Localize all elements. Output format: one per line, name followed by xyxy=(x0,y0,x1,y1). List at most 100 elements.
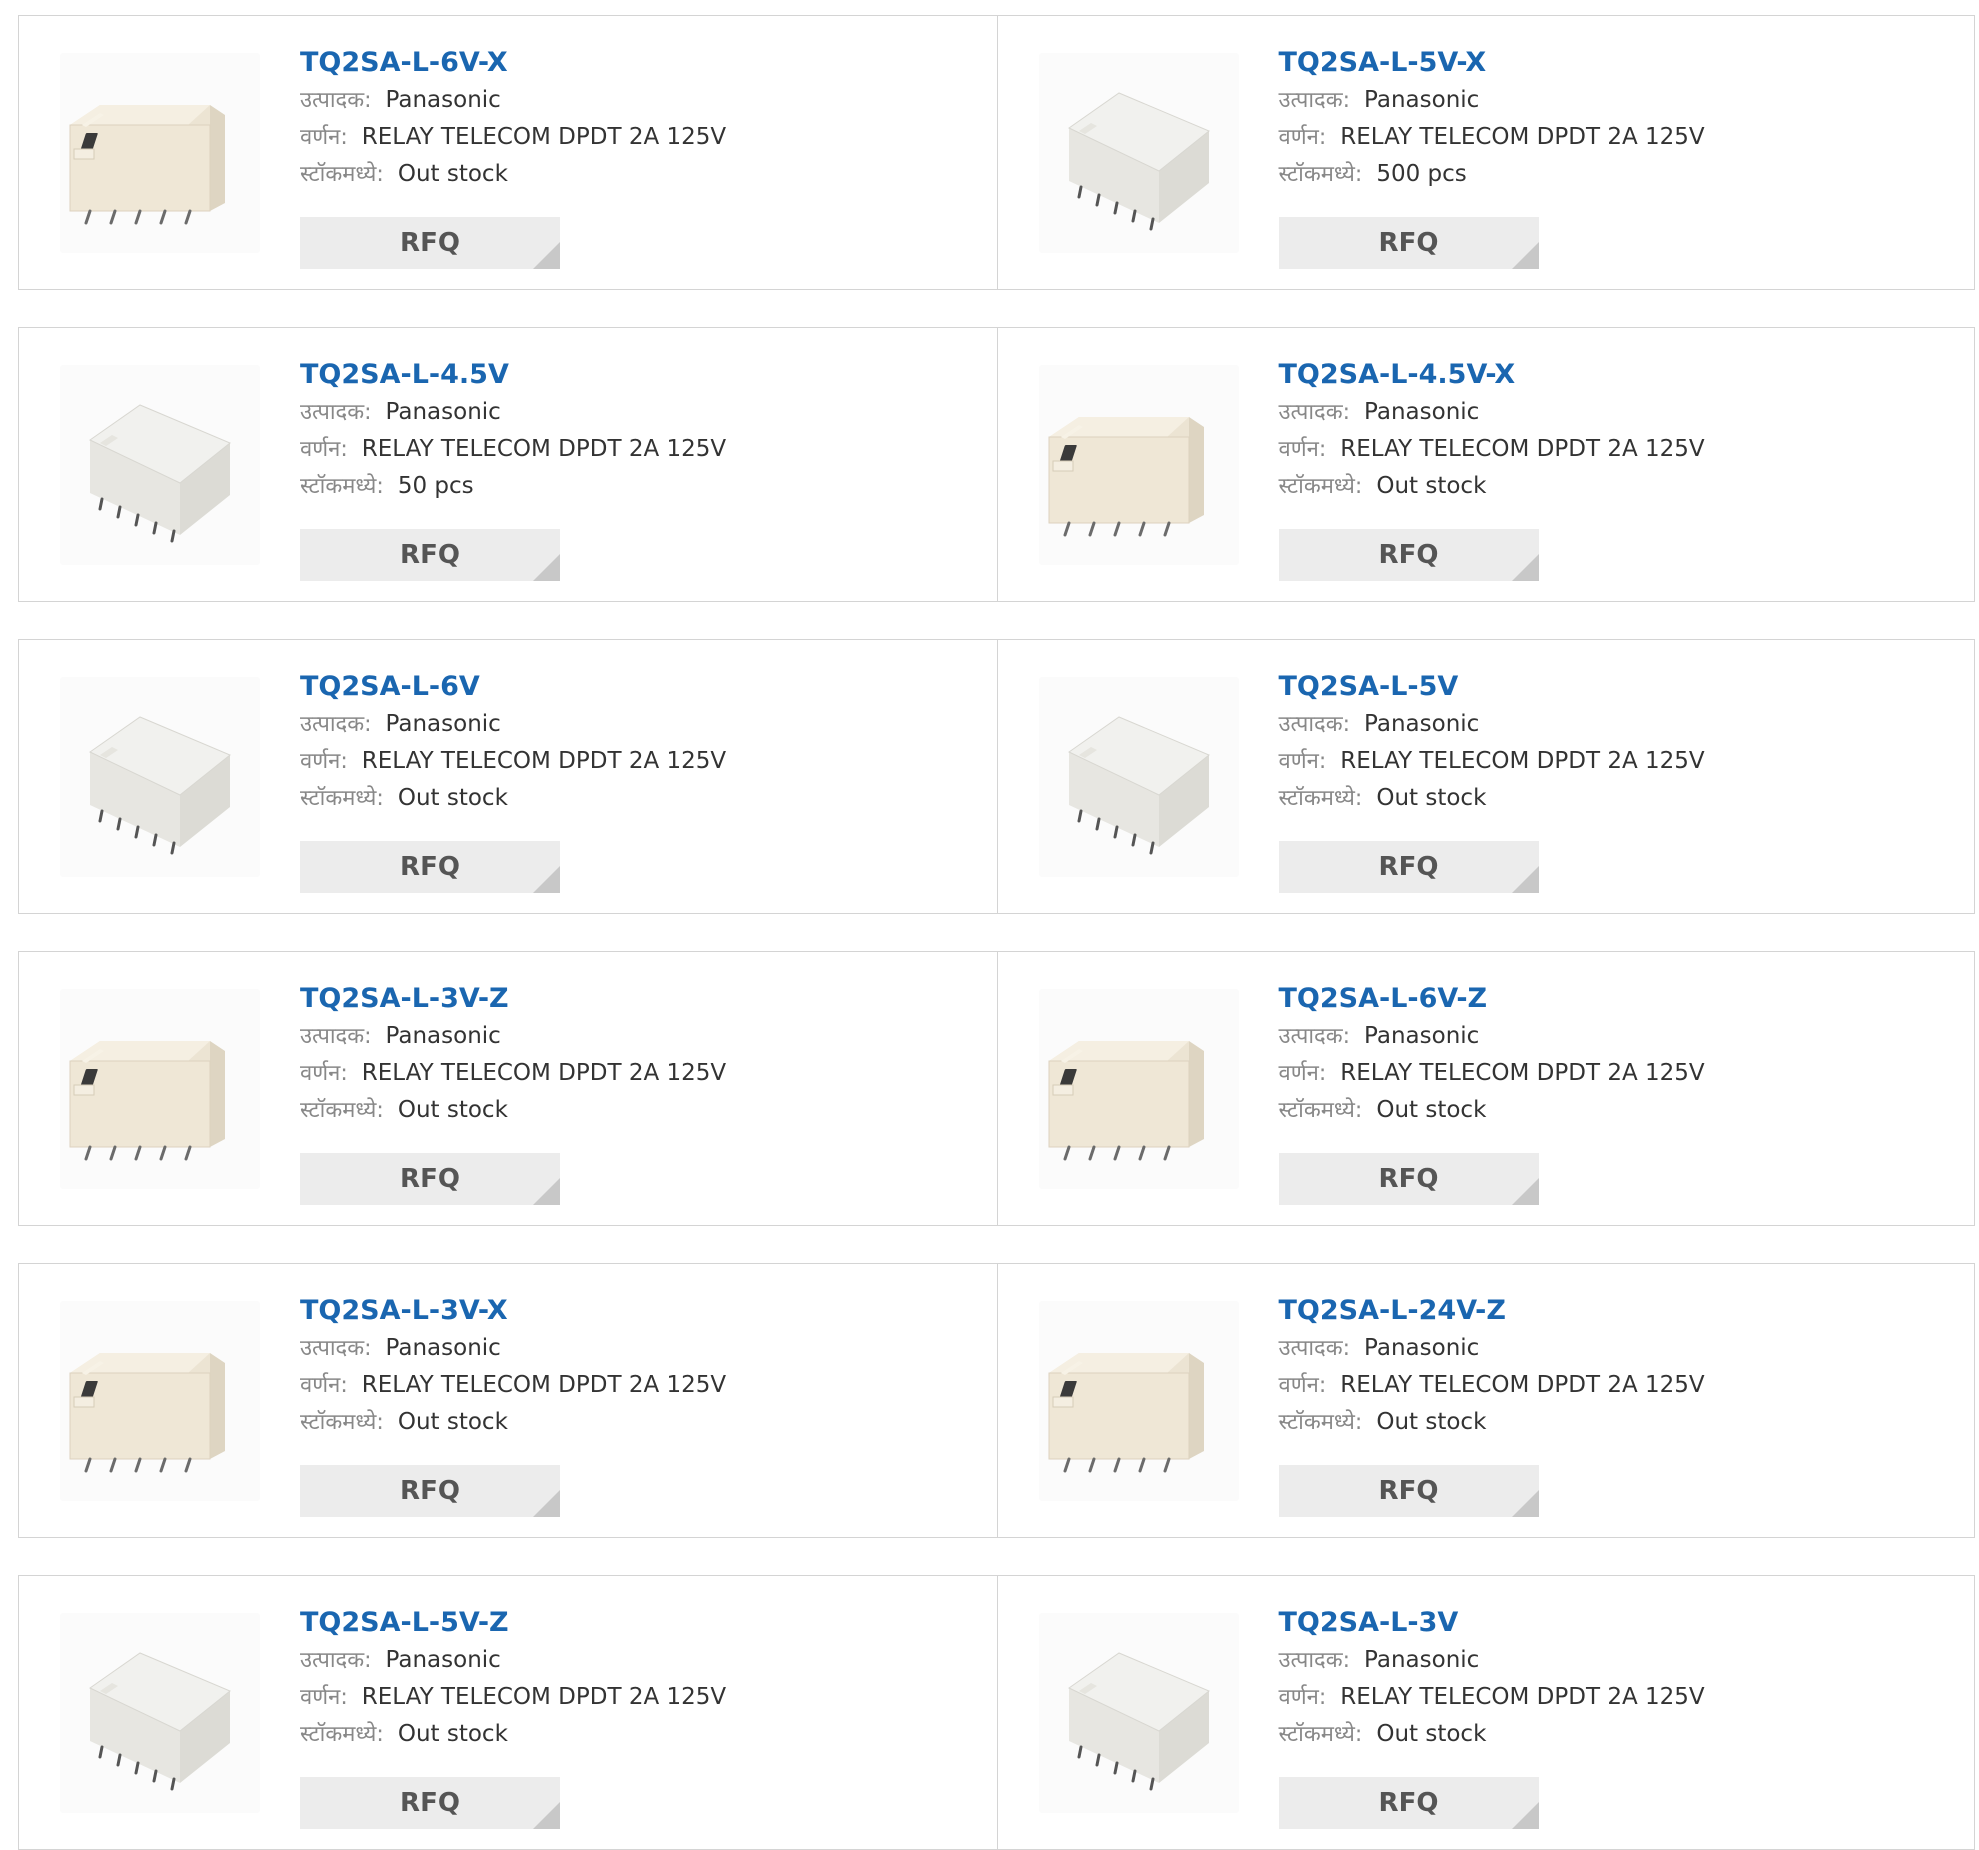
stock-value: Out stock xyxy=(397,161,508,187)
manufacturer-value: Panasonic xyxy=(385,87,501,113)
description-label: वर्णन: xyxy=(1278,1373,1327,1398)
description-value: RELAY TELECOM DPDT 2A 125V xyxy=(361,124,727,150)
rfq-label: RFQ xyxy=(1378,852,1439,882)
product-image[interactable] xyxy=(60,53,260,253)
relay-icon xyxy=(69,1353,225,1473)
rfq-button[interactable]: RFQ xyxy=(300,217,560,269)
relay-icon xyxy=(1067,92,1210,231)
product-card: TQ2SA-L-4.5V उत्पादक: Panasonic वर्णन: REL… xyxy=(19,328,997,601)
product-image[interactable] xyxy=(60,1613,260,1813)
stock-label: स्टॉकमध्ये: xyxy=(300,1410,384,1435)
part-number-link[interactable]: TQ2SA-L-3V xyxy=(1279,1606,1955,1642)
rfq-button[interactable]: RFQ xyxy=(1278,1777,1539,1829)
product-image[interactable] xyxy=(1038,53,1239,253)
stock-label: स्टॉकमध्ये: xyxy=(1278,1722,1363,1747)
description-label: वर्णन: xyxy=(300,437,348,462)
part-number-link[interactable]: TQ2SA-L-5V-Z xyxy=(300,1606,977,1642)
stock-value: Out stock xyxy=(397,785,508,811)
manufacturer-line: उत्पादक: Panasonic xyxy=(1279,1330,1955,1367)
description-line: वर्णन: RELAY TELECOM DPDT 2A 125V xyxy=(300,1367,977,1404)
stock-line: स्टॉकमध्ये: Out stock xyxy=(1279,780,1955,817)
description-label: वर्णन: xyxy=(300,125,348,150)
product-card: TQ2SA-L-3V-Z उत्पादक: Panasonic वर्णन: REL… xyxy=(19,952,997,1225)
stock-line: स्टॉकमध्ये: 500 pcs xyxy=(1279,156,1955,193)
stock-line: स्टॉकमध्ये: Out stock xyxy=(300,156,977,193)
rfq-button[interactable]: RFQ xyxy=(300,529,560,581)
rfq-button[interactable]: RFQ xyxy=(1278,841,1539,893)
rfq-button[interactable]: RFQ xyxy=(1278,217,1539,269)
description-value: RELAY TELECOM DPDT 2A 125V xyxy=(1340,1372,1705,1398)
rfq-button[interactable]: RFQ xyxy=(300,1777,560,1829)
description-line: वर्णन: RELAY TELECOM DPDT 2A 125V xyxy=(1279,431,1955,468)
rfq-button[interactable]: RFQ xyxy=(300,1465,560,1517)
product-image[interactable] xyxy=(1038,1613,1239,1813)
product-image[interactable] xyxy=(1038,989,1239,1189)
part-number-link[interactable]: TQ2SA-L-5V-X xyxy=(1279,46,1955,82)
relay-icon xyxy=(69,1041,225,1161)
description-value: RELAY TELECOM DPDT 2A 125V xyxy=(1340,436,1705,462)
part-number-link[interactable]: TQ2SA-L-4.5V-X xyxy=(1279,358,1955,394)
stock-value: Out stock xyxy=(1376,1409,1487,1435)
rfq-label: RFQ xyxy=(1378,540,1439,570)
manufacturer-label: उत्पादक: xyxy=(300,88,372,113)
description-value: RELAY TELECOM DPDT 2A 125V xyxy=(1340,748,1705,774)
rfq-button[interactable]: RFQ xyxy=(300,841,560,893)
stock-value: Out stock xyxy=(1376,473,1487,499)
product-info: TQ2SA-L-5V-Z उत्पादक: Panasonic वर्णन: REL… xyxy=(300,1606,977,1753)
product-info: TQ2SA-L-4.5V उत्पादक: Panasonic वर्णन: REL… xyxy=(300,358,977,505)
description-value: RELAY TELECOM DPDT 2A 125V xyxy=(361,1060,727,1086)
stock-label: स्टॉकमध्ये: xyxy=(300,1722,384,1747)
manufacturer-value: Panasonic xyxy=(1364,711,1480,737)
product-image[interactable] xyxy=(60,365,260,565)
manufacturer-line: उत्पादक: Panasonic xyxy=(300,1330,977,1367)
rfq-button[interactable]: RFQ xyxy=(300,1153,560,1205)
description-line: वर्णन: RELAY TELECOM DPDT 2A 125V xyxy=(300,119,977,156)
product-row: TQ2SA-L-6V-X उत्पादक: Panasonic वर्णन: REL… xyxy=(18,15,1975,290)
description-label: वर्णन: xyxy=(300,749,348,774)
part-number-link[interactable]: TQ2SA-L-4.5V xyxy=(300,358,977,394)
product-row: TQ2SA-L-3V-Z उत्पादक: Panasonic वर्णन: REL… xyxy=(18,951,1975,1226)
product-info: TQ2SA-L-6V उत्पादक: Panasonic वर्णन: RELAY… xyxy=(300,670,977,817)
manufacturer-label: उत्पादक: xyxy=(1278,88,1351,113)
corner-triangle-icon xyxy=(1511,1490,1539,1517)
product-info: TQ2SA-L-3V-X उत्पादक: Panasonic वर्णन: REL… xyxy=(300,1294,977,1441)
description-line: वर्णन: RELAY TELECOM DPDT 2A 125V xyxy=(300,743,977,780)
manufacturer-label: उत्पादक: xyxy=(300,1648,372,1673)
product-row: TQ2SA-L-6V उत्पादक: Panasonic वर्णन: RELAY… xyxy=(18,639,1975,914)
description-label: वर्णन: xyxy=(300,1061,348,1086)
stock-value: 500 pcs xyxy=(1376,161,1467,187)
product-image[interactable] xyxy=(1038,1301,1239,1501)
part-number-link[interactable]: TQ2SA-L-3V-Z xyxy=(300,982,977,1018)
part-number-link[interactable]: TQ2SA-L-6V-X xyxy=(300,46,977,82)
description-value: RELAY TELECOM DPDT 2A 125V xyxy=(1340,1684,1705,1710)
description-value: RELAY TELECOM DPDT 2A 125V xyxy=(361,436,727,462)
relay-icon xyxy=(89,1652,231,1791)
product-image[interactable] xyxy=(60,1301,260,1501)
product-image[interactable] xyxy=(60,677,260,877)
product-image[interactable] xyxy=(1038,365,1239,565)
part-number-link[interactable]: TQ2SA-L-6V-Z xyxy=(1279,982,1955,1018)
stock-value: Out stock xyxy=(1376,1097,1487,1123)
rfq-button[interactable]: RFQ xyxy=(1278,1153,1539,1205)
part-number-link[interactable]: TQ2SA-L-24V-Z xyxy=(1279,1294,1955,1330)
part-number-link[interactable]: TQ2SA-L-6V xyxy=(300,670,977,706)
product-card: TQ2SA-L-4.5V-X उत्पादक: Panasonic वर्णन: R… xyxy=(996,328,1975,601)
product-image[interactable] xyxy=(1038,677,1239,877)
part-number-link[interactable]: TQ2SA-L-5V xyxy=(1279,670,1955,706)
rfq-label: RFQ xyxy=(1378,1164,1439,1194)
manufacturer-value: Panasonic xyxy=(385,399,501,425)
rfq-button[interactable]: RFQ xyxy=(1278,529,1539,581)
product-card: TQ2SA-L-3V उत्पादक: Panasonic वर्णन: RELAY… xyxy=(996,1576,1975,1849)
product-info: TQ2SA-L-6V-Z उत्पादक: Panasonic वर्णन: REL… xyxy=(1279,982,1955,1129)
description-value: RELAY TELECOM DPDT 2A 125V xyxy=(1340,124,1705,150)
relay-icon xyxy=(89,716,231,855)
product-image[interactable] xyxy=(60,989,260,1189)
description-line: वर्णन: RELAY TELECOM DPDT 2A 125V xyxy=(1279,1679,1955,1716)
rfq-label: RFQ xyxy=(400,852,460,882)
product-card: TQ2SA-L-6V-Z उत्पादक: Panasonic वर्णन: REL… xyxy=(996,952,1975,1225)
part-number-link[interactable]: TQ2SA-L-3V-X xyxy=(300,1294,977,1330)
product-list: TQ2SA-L-6V-X उत्पादक: Panasonic वर्णन: REL… xyxy=(18,15,1975,1850)
rfq-button[interactable]: RFQ xyxy=(1278,1465,1539,1517)
product-card: TQ2SA-L-5V-Z उत्पादक: Panasonic वर्णन: REL… xyxy=(19,1576,997,1849)
product-info: TQ2SA-L-5V उत्पादक: Panasonic वर्णन: RELAY… xyxy=(1279,670,1955,817)
